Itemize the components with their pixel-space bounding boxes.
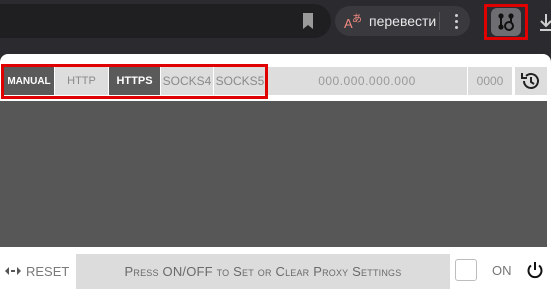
translate-separator xyxy=(439,12,440,30)
mode-manual-button[interactable]: MANUAL xyxy=(4,67,54,95)
proxy-extension-button[interactable] xyxy=(484,4,528,40)
translate-chip[interactable]: A あ перевести xyxy=(335,6,470,36)
mode-https-button[interactable]: HTTPS xyxy=(109,67,160,95)
proxy-list-area[interactable] xyxy=(0,101,547,247)
translate-label: перевести xyxy=(369,13,437,29)
footer-bar: RESET Press ON/OFF to Set or Clear Proxy… xyxy=(0,254,551,289)
history-button[interactable] xyxy=(515,67,547,95)
on-label: ON xyxy=(492,263,512,278)
mode-bar: MANUAL HTTP HTTPS SOCKS4 SOCKS5 000.000.… xyxy=(0,65,551,97)
mode-socks4-button[interactable]: SOCKS4 xyxy=(161,67,213,95)
bookmark-icon[interactable] xyxy=(297,10,319,32)
press-onoff-hint: Press ON/OFF to Set or Clear Proxy Setti… xyxy=(76,254,450,289)
reset-icon xyxy=(5,267,21,275)
more-menu-icon[interactable] xyxy=(447,10,465,32)
history-icon xyxy=(521,73,539,89)
proxy-popup: MANUAL HTTP HTTPS SOCKS4 SOCKS5 000.000.… xyxy=(0,54,551,289)
reset-button[interactable]: RESET xyxy=(4,258,69,284)
power-icon[interactable] xyxy=(525,260,545,280)
translate-icon: A あ xyxy=(344,13,362,31)
svg-text:あ: あ xyxy=(352,13,362,25)
mode-http-button[interactable]: HTTP xyxy=(55,67,108,95)
proxy-extension-icon xyxy=(498,13,514,31)
download-icon[interactable] xyxy=(538,12,551,32)
mode-socks5-button[interactable]: SOCKS5 xyxy=(214,67,266,95)
proxy-ip-input[interactable]: 000.000.000.000 xyxy=(267,67,467,95)
reset-label: RESET xyxy=(26,263,70,279)
proxy-toggle-checkbox[interactable] xyxy=(455,259,477,281)
address-bar[interactable] xyxy=(0,4,331,38)
browser-toolbar: A あ перевести xyxy=(0,0,551,47)
proxy-port-input[interactable]: 0000 xyxy=(468,67,512,95)
